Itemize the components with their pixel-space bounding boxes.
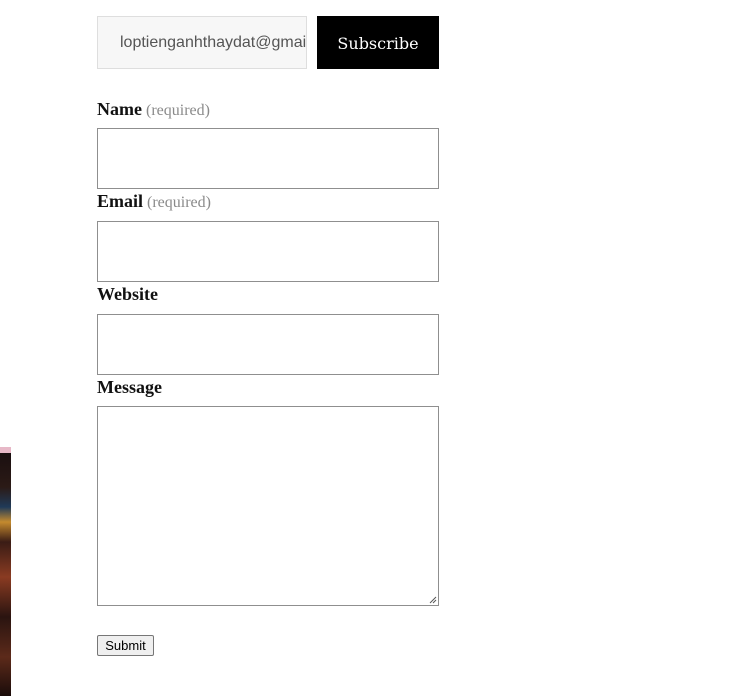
submit-button[interactable]: Submit — [97, 635, 154, 656]
email-label-text: Email — [97, 191, 144, 211]
website-label-text: Website — [97, 284, 158, 304]
name-label: Name (required) — [97, 99, 210, 120]
email-label: Email (required) — [97, 191, 211, 212]
email-required-note: (required) — [147, 194, 211, 211]
name-input[interactable] — [97, 128, 439, 189]
subscribe-button[interactable]: Subscribe — [317, 16, 439, 69]
resize-grip-icon[interactable] — [429, 596, 437, 604]
message-textarea[interactable] — [97, 406, 439, 606]
website-input[interactable] — [97, 314, 439, 375]
message-label-text: Message — [97, 377, 162, 397]
subscribe-email-input[interactable]: loptienganhthaydat@gmail.com — [97, 16, 307, 69]
name-label-text: Name — [97, 99, 142, 119]
website-label: Website — [97, 284, 158, 305]
name-required-note: (required) — [145, 102, 210, 119]
email-input[interactable] — [97, 221, 439, 282]
cropped-photo-edge — [0, 447, 11, 696]
message-label: Message — [97, 377, 162, 398]
